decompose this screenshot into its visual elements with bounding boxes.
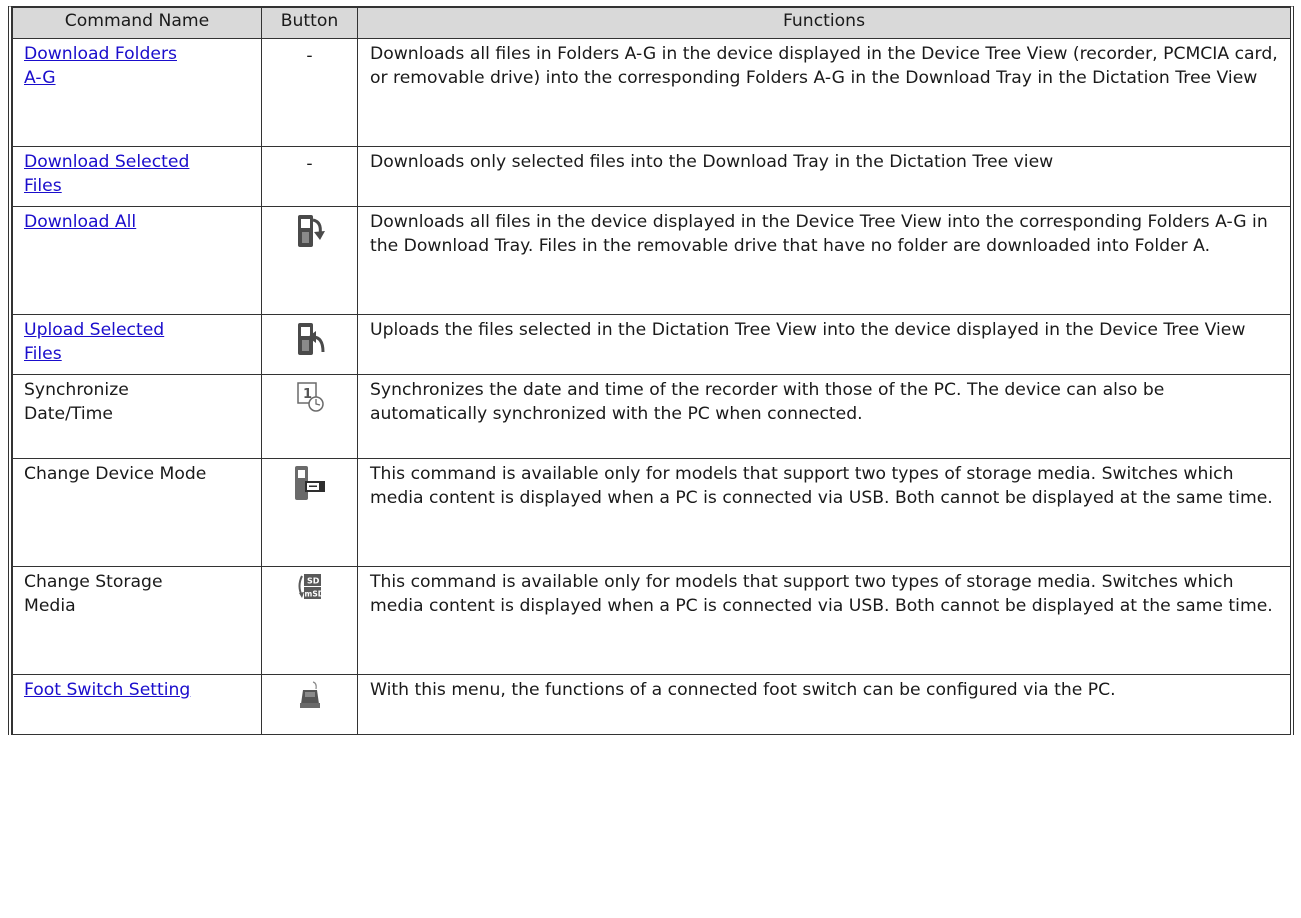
command-name-cell: Download Folders A-G xyxy=(12,38,262,147)
download-all-icon[interactable] xyxy=(295,212,325,252)
table-row: Synchronize Date/Time 1 Synchronizes the … xyxy=(12,374,1291,459)
function-description: This command is available only for model… xyxy=(357,458,1291,567)
button-cell: SD mSD xyxy=(261,566,358,675)
change-storage-media-icon[interactable]: SD mSD xyxy=(295,572,325,602)
button-cell: - xyxy=(261,38,358,147)
commands-table: Command Name Button Functions Download F… xyxy=(12,7,1291,735)
command-name-sync: Synchronize Date/Time xyxy=(24,380,129,424)
command-link-download-selected[interactable]: Download Selected Files xyxy=(24,152,189,196)
command-name-cell: Download Selected Files xyxy=(12,146,262,207)
command-link-foot-switch[interactable]: Foot Switch Setting xyxy=(24,680,190,700)
header-button: Button xyxy=(261,7,358,39)
no-button-dash: - xyxy=(306,154,313,174)
upload-selected-icon[interactable] xyxy=(295,320,325,360)
command-name-change-storage: Change Storage Media xyxy=(24,572,163,616)
icon-sd-label: SD xyxy=(307,577,320,586)
command-link-download-all[interactable]: Download All xyxy=(24,212,136,232)
no-button-dash: - xyxy=(306,46,313,66)
command-name-cell: Change Storage Media xyxy=(12,566,262,675)
icon-msd-label: mSD xyxy=(304,590,323,599)
command-name-cell: Download All xyxy=(12,206,262,315)
command-name-cell: Upload Selected Files xyxy=(12,314,262,375)
function-description: Downloads all files in Folders A-G in th… xyxy=(357,38,1291,147)
table-header-row: Command Name Button Functions xyxy=(12,7,1291,39)
button-cell xyxy=(261,674,358,735)
button-cell: - xyxy=(261,146,358,207)
table-row: Download Selected Files - Downloads only… xyxy=(12,146,1291,207)
command-link-upload-selected[interactable]: Upload Selected Files xyxy=(24,320,164,364)
button-cell xyxy=(261,458,358,567)
button-cell: 1 xyxy=(261,374,358,459)
function-description: This command is available only for model… xyxy=(357,566,1291,675)
change-device-mode-icon[interactable] xyxy=(293,464,327,506)
table-row: Upload Selected Files Uploads the files … xyxy=(12,314,1291,375)
button-cell xyxy=(261,314,358,375)
button-cell xyxy=(261,206,358,315)
table-row: Change Device Mode This command is avail… xyxy=(12,458,1291,567)
function-description: Downloads all files in the device displa… xyxy=(357,206,1291,315)
command-link-download-folders[interactable]: Download Folders A-G xyxy=(24,44,177,88)
header-functions: Functions xyxy=(357,7,1291,39)
table-row: Download All Downloads all files in the … xyxy=(12,206,1291,315)
command-name-change-device-mode: Change Device Mode xyxy=(24,464,207,484)
header-command-name: Command Name xyxy=(12,7,262,39)
table-row: Change Storage Media SD mSD This command … xyxy=(12,566,1291,675)
function-description: Synchronizes the date and time of the re… xyxy=(357,374,1291,459)
command-name-cell: Change Device Mode xyxy=(12,458,262,567)
command-name-cell: Foot Switch Setting xyxy=(12,674,262,735)
table-row: Download Folders A-G - Downloads all fil… xyxy=(12,38,1291,147)
foot-switch-icon[interactable] xyxy=(295,680,325,712)
function-description: Downloads only selected files into the D… xyxy=(357,146,1291,207)
sync-date-time-icon[interactable]: 1 xyxy=(295,380,325,414)
table-row: Foot Switch Setting With this menu, the … xyxy=(12,674,1291,735)
function-description: With this menu, the functions of a conne… xyxy=(357,674,1291,735)
command-name-cell: Synchronize Date/Time xyxy=(12,374,262,459)
function-description: Uploads the files selected in the Dictat… xyxy=(357,314,1291,375)
commands-table-frame: Command Name Button Functions Download F… xyxy=(8,6,1294,735)
